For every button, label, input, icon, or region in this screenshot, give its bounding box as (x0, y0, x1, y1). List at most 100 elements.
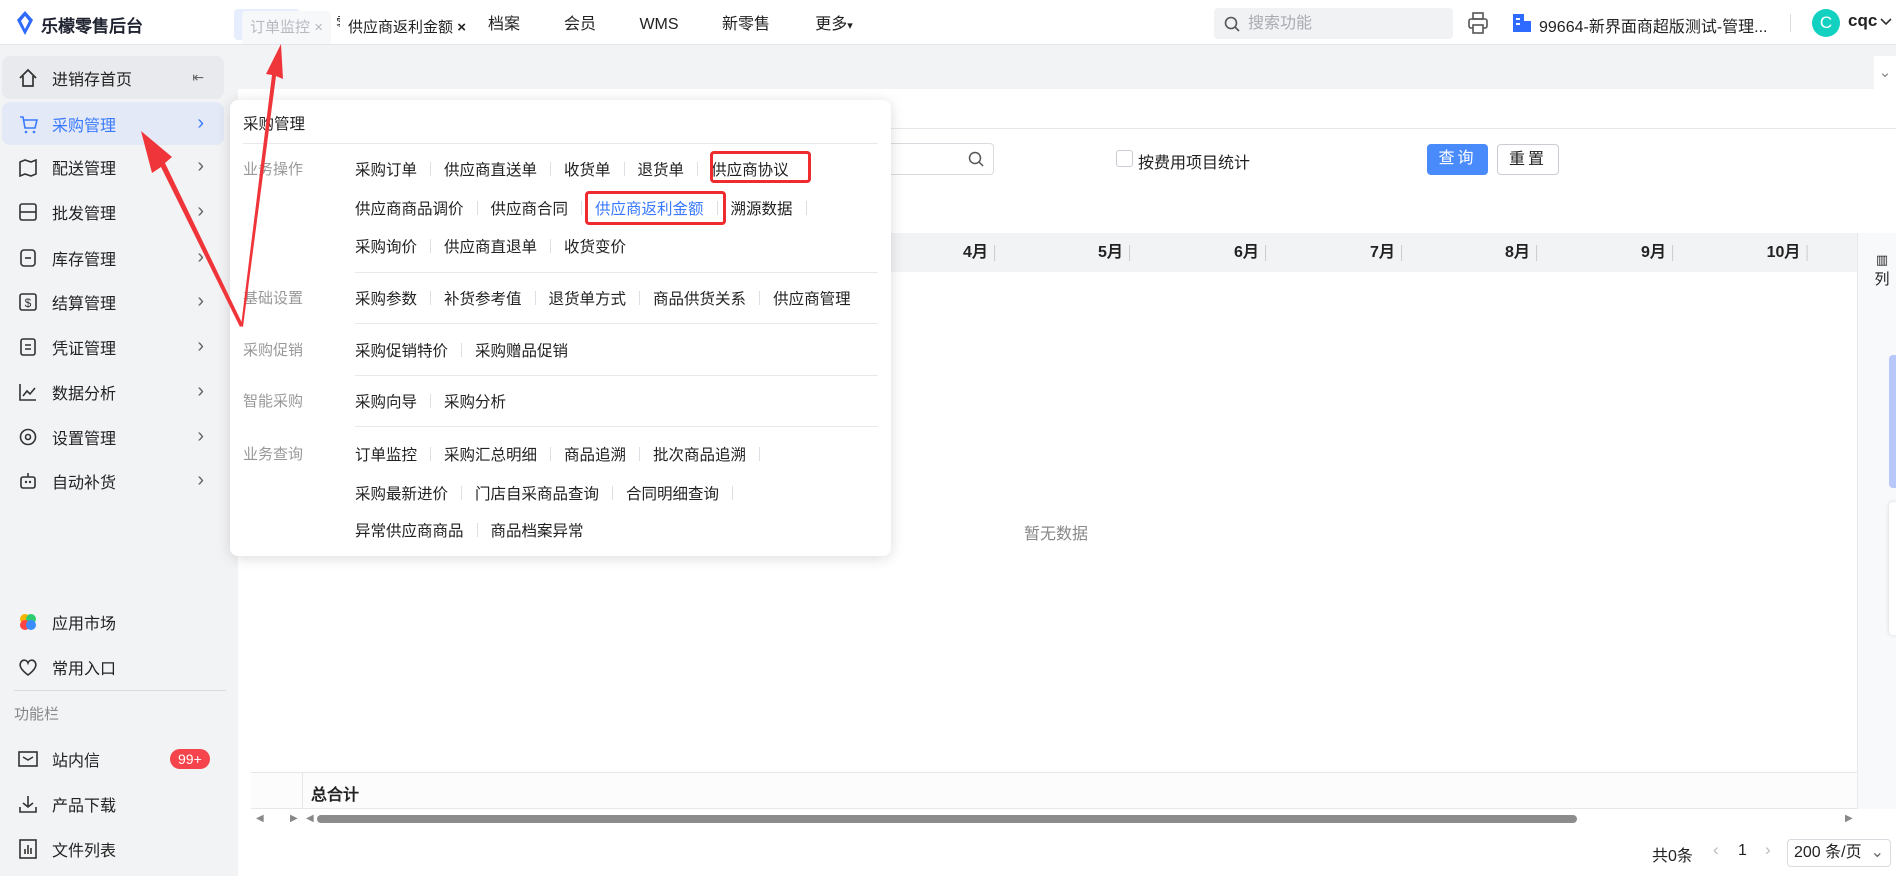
close-icon[interactable]: × (314, 19, 323, 36)
scroll-left-icon[interactable]: ◀ (256, 813, 264, 824)
map-icon (17, 156, 39, 178)
chevron-right-icon: › (197, 425, 204, 447)
nav-item-7[interactable]: 更多▾ (806, 9, 862, 40)
nav-item-4[interactable]: 会员 (555, 9, 605, 40)
menu-group-label: 基础设置 (243, 290, 304, 307)
menu-item[interactable]: 溯源数据 (731, 197, 793, 219)
menu-item[interactable]: 采购订单 (355, 158, 417, 180)
menu-item[interactable]: 供应商直送单 (444, 158, 537, 180)
sidebar-item-1[interactable]: 配送管理 › (2, 145, 224, 188)
chevron-down-icon: ⌄ (1870, 844, 1884, 861)
menu-item[interactable]: 补货参考值 (444, 287, 522, 309)
menu-item[interactable]: 供应商商品调价 (355, 197, 464, 219)
sidebar-item-label: 结算管理 (52, 295, 117, 313)
scroll-right-icon[interactable]: ▶ (290, 813, 298, 824)
chevron-down-icon[interactable] (1880, 18, 1892, 26)
menu-item[interactable]: 采购询价 (355, 235, 417, 257)
menu-item[interactable]: 采购向导 (355, 390, 417, 412)
collapse-sidebar-icon[interactable]: ⇤ (192, 69, 204, 86)
sidebar-item-6[interactable]: 数据分析 › (2, 370, 224, 413)
menu-item[interactable]: 采购赠品促销 (475, 339, 568, 361)
fee-item-checkbox[interactable] (1116, 150, 1133, 167)
chevron-right-icon: › (197, 246, 204, 268)
nav-item-6[interactable]: 新零售 (713, 9, 779, 40)
tabs-more-chevron-icon[interactable]: ⌄ (1874, 56, 1896, 89)
print-icon[interactable] (1468, 12, 1488, 34)
sidebar-item-files[interactable]: 文件列表 (2, 827, 224, 870)
app-market-icon (17, 611, 39, 633)
side-float-tab[interactable] (1889, 355, 1896, 488)
menu-item[interactable]: 采购分析 (444, 390, 506, 412)
menu-item[interactable]: 退货单方式 (549, 287, 627, 309)
menu-item[interactable]: 供应商直退单 (444, 235, 537, 257)
tab-supplier-rebate[interactable]: 供应商返利金额 × (340, 11, 474, 44)
column-settings-button[interactable]: ▥ 列 (1872, 250, 1892, 290)
menu-item[interactable]: 收货变价 (564, 235, 626, 257)
column-header-month: 8月 (1505, 233, 1537, 272)
unread-badge: 99+ (170, 748, 210, 769)
menu-item[interactable]: 商品供货关系 (653, 287, 746, 309)
menu-item[interactable]: 采购促销特价 (355, 339, 448, 361)
sidebar-item-5[interactable]: 凭证管理 › (2, 325, 224, 368)
menu-item[interactable]: 供应商管理 (773, 287, 851, 309)
checkbox-label: 按费用项目统计 (1138, 155, 1251, 172)
search-input[interactable]: 搜索功能 (1214, 8, 1453, 39)
menu-item[interactable]: 供应商合同 (491, 197, 569, 219)
page-size-value: 200 条/页 (1794, 844, 1862, 861)
sidebar-item-8[interactable]: 自动补货 › (2, 459, 224, 502)
sidebar-item-0[interactable]: 采购管理 › (2, 102, 224, 145)
menu-item[interactable]: 收货单 (564, 158, 611, 180)
sidebar-item-4[interactable]: $ 结算管理 › (2, 280, 224, 323)
menu-separator (430, 394, 432, 408)
divider (355, 375, 878, 376)
menu-group-label: 业务操作 (243, 161, 304, 178)
search-icon[interactable] (968, 151, 985, 168)
close-icon[interactable]: × (457, 19, 466, 36)
reset-button[interactable]: 重置 (1497, 144, 1559, 175)
menu-item[interactable]: 采购最新进价 (355, 482, 448, 504)
scroll-left-icon[interactable]: ◀ (306, 813, 314, 824)
page-number[interactable]: 1 (1738, 842, 1747, 860)
menu-item[interactable]: 退货单 (638, 158, 685, 180)
scroll-right-icon[interactable]: ▶ (1845, 813, 1853, 824)
menu-item[interactable]: 商品追溯 (564, 443, 626, 465)
app-title: 乐檬零售后台 (41, 17, 143, 36)
sidebar-item-label: 进销存首页 (52, 71, 133, 89)
menu-separator (430, 162, 432, 176)
sidebar-item-download[interactable]: 产品下载 (2, 782, 224, 825)
menu-item[interactable]: 订单监控 (355, 443, 417, 465)
tab-order-monitor[interactable]: 订单监控 × (242, 11, 331, 44)
menu-item[interactable]: 采购参数 (355, 287, 417, 309)
menu-item[interactable]: 门店自采商品查询 (475, 482, 599, 504)
sidebar-item-2[interactable]: 批发管理 › (2, 190, 224, 233)
horizontal-scrollbar[interactable] (317, 815, 1577, 823)
menu-item[interactable]: 合同明细查询 (626, 482, 719, 504)
sidebar-item-3[interactable]: 库存管理 › (2, 236, 224, 279)
query-button[interactable]: 查询 (1427, 144, 1488, 175)
prev-page-button[interactable]: ‹ (1713, 840, 1719, 860)
menu-item[interactable]: 商品档案异常 (491, 519, 584, 541)
avatar[interactable]: C (1812, 9, 1840, 37)
box-icon (17, 247, 39, 269)
sidebar-item-favorites[interactable]: 常用入口 (2, 645, 224, 688)
page-size-select[interactable]: 200 条/页 ⌄ (1787, 839, 1891, 867)
nav-item-5[interactable]: WMS (630, 9, 687, 40)
store-selector[interactable]: 99664-新界面商超版测试-管理... (1539, 13, 1768, 37)
tab-bar (238, 45, 1896, 89)
sidebar-item-home[interactable]: 进销存首页 ⇤ (2, 56, 224, 99)
sidebar-item-7[interactable]: 设置管理 › (2, 415, 224, 458)
side-float-card[interactable] (1889, 502, 1896, 635)
menu-separator (476, 201, 478, 215)
menu-separator (550, 239, 552, 253)
nav-label: 更多 (815, 16, 848, 33)
svg-text:$: $ (25, 296, 32, 310)
sidebar-item-messages[interactable]: 站内信 99+ (2, 737, 224, 780)
nav-item-3[interactable]: 档案 (479, 9, 529, 40)
sidebar-item-app-market[interactable]: 应用市场 (2, 600, 224, 643)
menu-item[interactable]: 批次商品追溯 (653, 443, 746, 465)
user-name[interactable]: cqc (1848, 11, 1877, 31)
menu-item[interactable]: 异常供应商商品 (355, 519, 464, 541)
menu-item[interactable]: 采购汇总明细 (444, 443, 537, 465)
next-page-button[interactable]: › (1765, 840, 1771, 860)
mail-icon (17, 748, 39, 770)
